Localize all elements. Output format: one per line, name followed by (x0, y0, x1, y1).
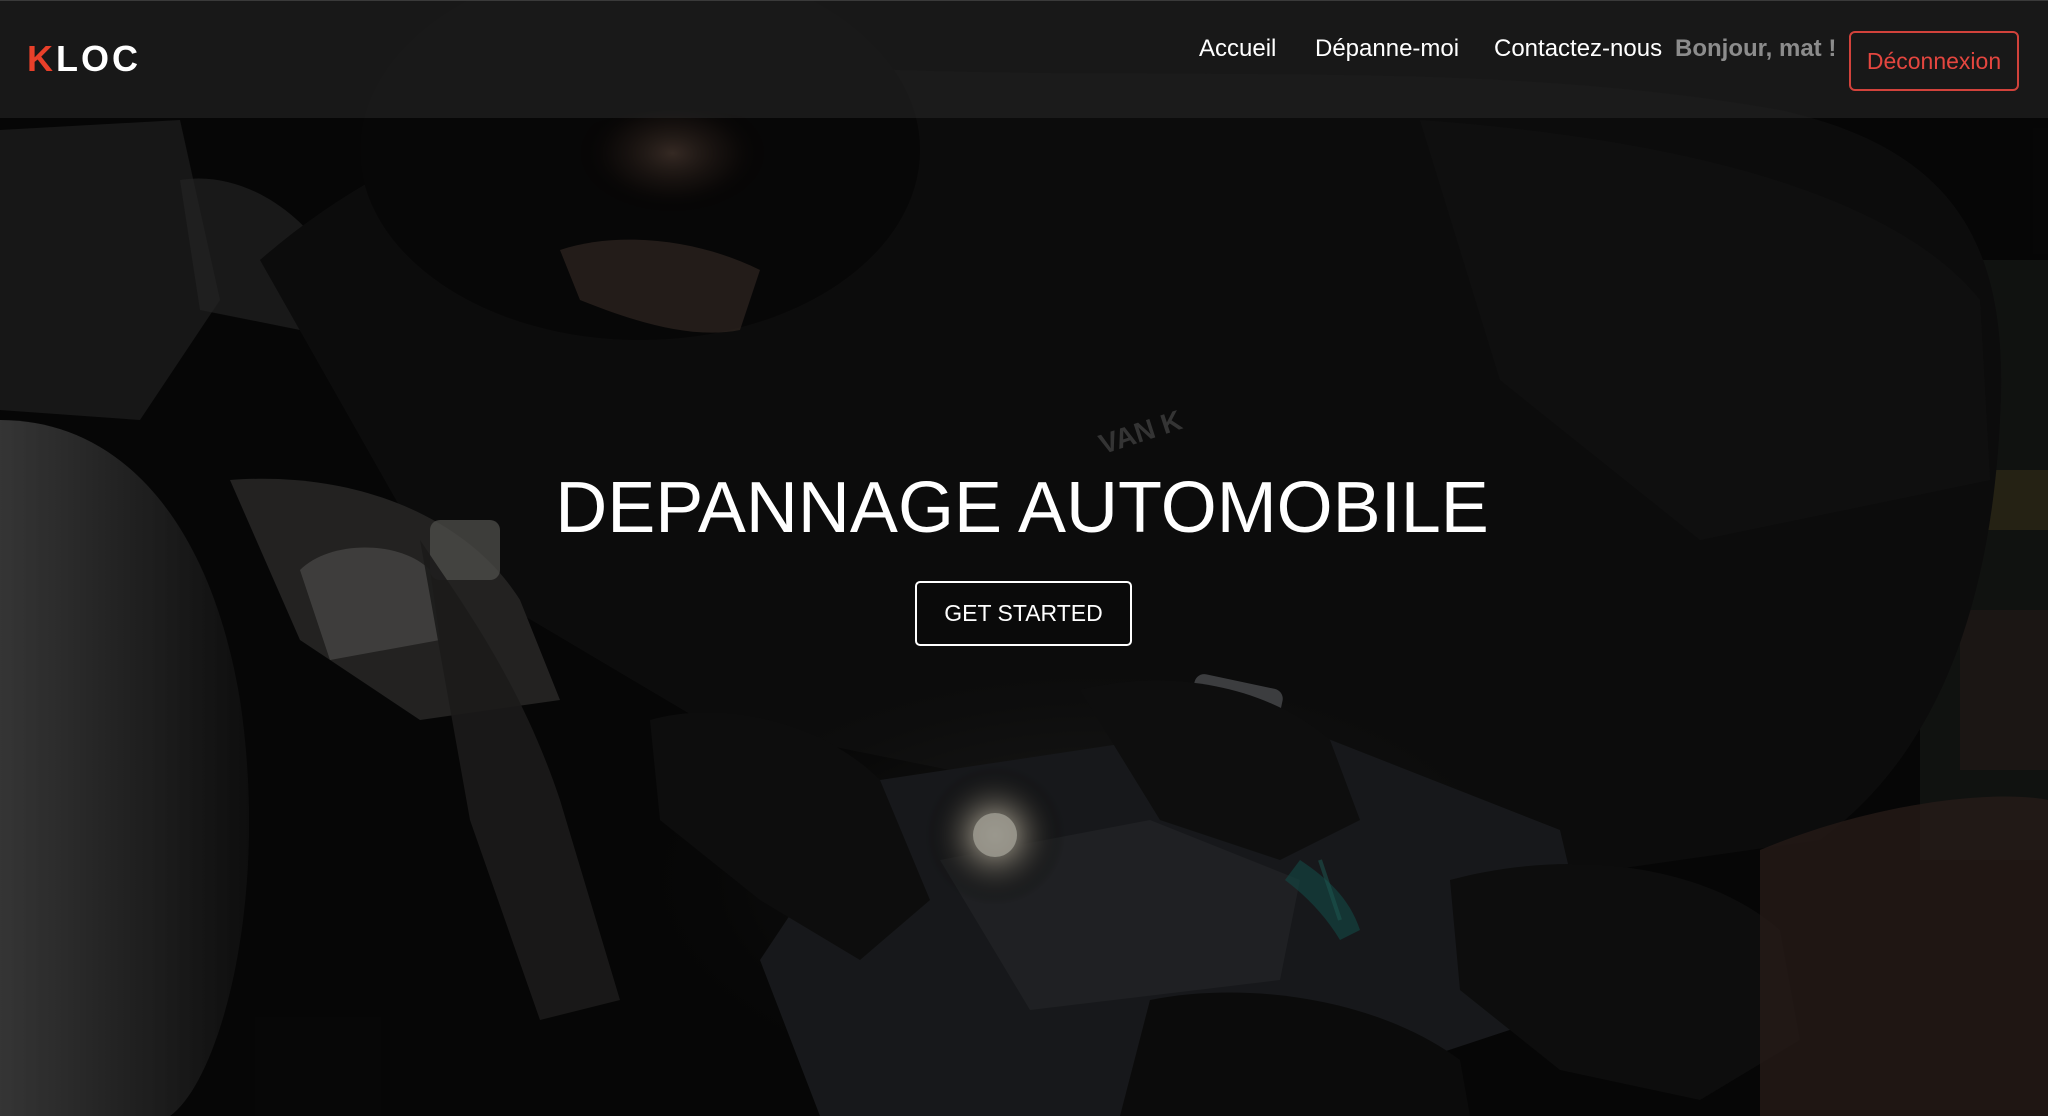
hero-title: DEPANNAGE AUTOMOBILE (0, 468, 2048, 548)
get-started-button[interactable]: GET STARTED (915, 581, 1132, 646)
logo-accent-letter: K (27, 38, 56, 79)
landing-page: VAN K KLOC Accueil Dépanne-moi Contactez… (0, 0, 2048, 1116)
nav-link-contactez-nous[interactable]: Contactez-nous (1494, 35, 1662, 63)
navbar: KLOC Accueil Dépanne-moi Contactez-nous … (0, 0, 2048, 118)
logout-button[interactable]: Déconnexion (1849, 31, 2019, 91)
nav-link-depanne-moi[interactable]: Dépanne-moi (1315, 35, 1459, 63)
hero-overlay (0, 0, 2048, 1116)
logo-text: LOC (56, 38, 141, 79)
nav-link-accueil[interactable]: Accueil (1199, 35, 1276, 63)
brand-logo[interactable]: KLOC (27, 39, 141, 79)
hero-title-text: DEPANNAGE AUTOMOBILE (555, 468, 1489, 548)
user-greeting: Bonjour, mat ! (1675, 35, 1837, 62)
